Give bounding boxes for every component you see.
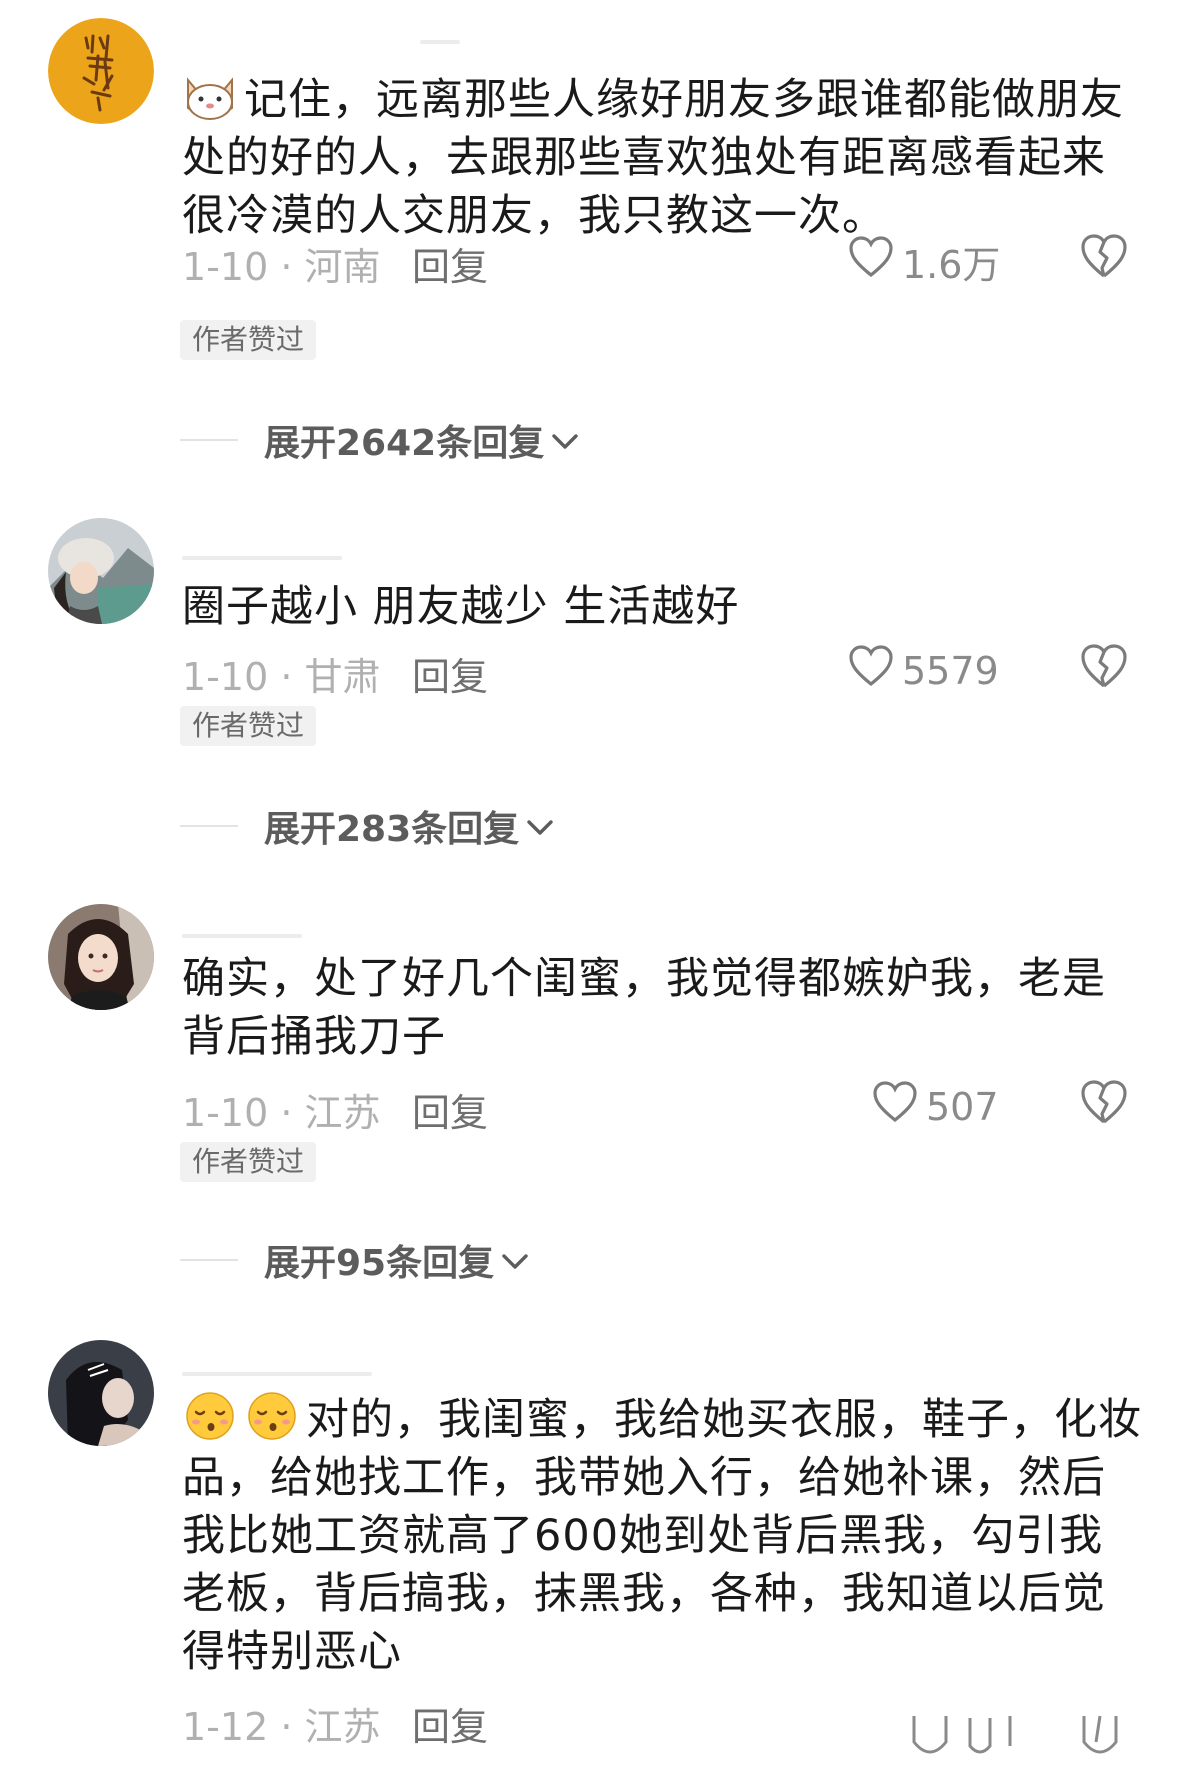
user-avatar[interactable] xyxy=(48,18,154,124)
expand-replies-label: 展开283条回复 xyxy=(264,809,520,850)
heart-outline-icon xyxy=(848,235,902,288)
like-count: 5579 xyxy=(902,648,999,693)
expand-replies-label: 展开2642条回复 xyxy=(264,423,545,464)
sighing-face-emoji xyxy=(182,1390,238,1442)
heart-outline-icon xyxy=(872,1080,926,1133)
user-avatar[interactable] xyxy=(48,1340,154,1446)
dislike-button[interactable] xyxy=(1080,232,1128,280)
expand-replies-button[interactable]: 展开95条回复 xyxy=(180,1234,530,1286)
cat-face-emoji xyxy=(182,70,238,122)
username-placeholder[interactable] xyxy=(182,556,342,560)
reply-button[interactable]: 回复 xyxy=(412,646,488,701)
author-liked-badge: 作者赞过 xyxy=(180,706,317,746)
reply-button[interactable]: 回复 xyxy=(412,1082,488,1137)
sighing-face-emoji xyxy=(244,1390,300,1442)
heart-outline-icon xyxy=(848,644,902,697)
dislike-button[interactable] xyxy=(1080,1078,1128,1126)
broken-heart-icon xyxy=(1080,1078,1128,1126)
dislike-button[interactable] xyxy=(1080,642,1128,690)
reply-button[interactable]: 回复 xyxy=(412,1696,488,1751)
comment-date-location: 1-10 · 河南 xyxy=(182,245,381,289)
comment-text: 记住，远离那些人缘好朋友多跟谁都能做朋友处的好的人，去跟那些喜欢独处有距离感看起… xyxy=(182,70,1142,245)
comment-date-location: 1-12 · 江苏 xyxy=(182,1705,381,1749)
like-count: 1.6万 xyxy=(902,243,1001,287)
expand-replies-button[interactable]: 展开2642条回复 xyxy=(180,414,580,466)
like-button[interactable]: 507 xyxy=(872,1080,999,1133)
chevron-down-icon xyxy=(494,1240,530,1281)
divider-line xyxy=(180,439,238,441)
comment-text: 对的，我闺蜜，我给她买衣服，鞋子，化妆品，给她找工作，我带她入行，给她补课，然后… xyxy=(182,1390,1142,1681)
chevron-down-icon xyxy=(544,420,580,461)
user-avatar[interactable] xyxy=(48,518,154,624)
like-count: 507 xyxy=(926,1084,999,1129)
expand-replies-button[interactable]: 展开283条回复 xyxy=(180,800,555,852)
comment-text: 圈子越小 朋友越少 生活越好 xyxy=(182,582,740,632)
username-placeholder[interactable] xyxy=(182,934,302,938)
broken-heart-icon xyxy=(1080,232,1128,280)
chevron-down-icon xyxy=(519,806,555,847)
user-avatar[interactable] xyxy=(48,904,154,1010)
cropped-action-icons xyxy=(900,1712,1160,1766)
username-placeholder[interactable] xyxy=(420,40,460,44)
expand-replies-label: 展开95条回复 xyxy=(264,1243,495,1284)
broken-heart-icon xyxy=(1080,642,1128,690)
comment-text: 确实，处了好几个闺蜜，我觉得都嫉妒我，老是背后捅我刀子 xyxy=(182,954,1106,1062)
comment-date-location: 1-10 · 江苏 xyxy=(182,1091,381,1135)
divider-line xyxy=(180,825,238,827)
username-placeholder[interactable] xyxy=(182,1372,372,1376)
like-button[interactable]: 1.6万 xyxy=(848,234,1000,289)
author-liked-badge: 作者赞过 xyxy=(180,1142,317,1182)
divider-line xyxy=(180,1259,238,1261)
author-liked-badge: 作者赞过 xyxy=(180,320,317,360)
comment-date-location: 1-10 · 甘肃 xyxy=(182,655,381,699)
like-button[interactable]: 5579 xyxy=(848,644,999,697)
reply-button[interactable]: 回复 xyxy=(412,236,488,291)
